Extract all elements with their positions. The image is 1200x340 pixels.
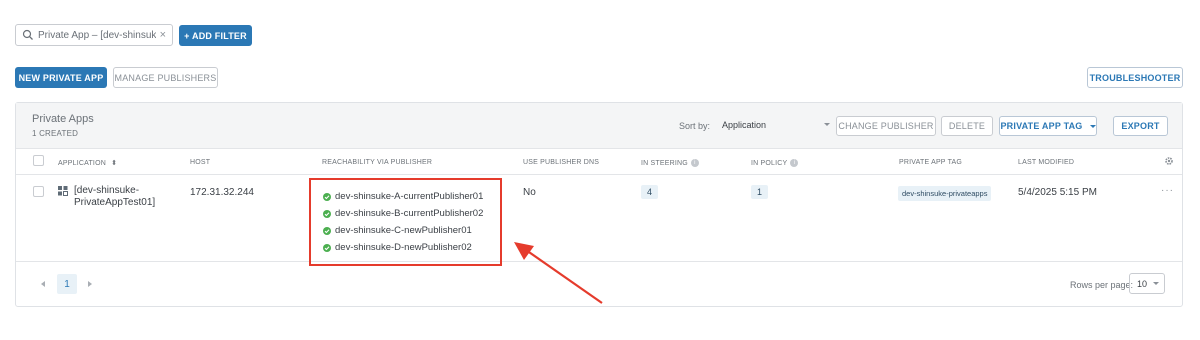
check-circle-icon — [323, 226, 331, 235]
publisher-name: dev-shinsuke-A-currentPublisher01 — [335, 191, 484, 202]
filter-chip[interactable]: Private App – [dev-shinsuke-P... × — [15, 24, 173, 46]
sort-value: Application — [722, 120, 767, 130]
sort-select[interactable]: Application — [714, 114, 834, 136]
column-use-dns: USE PUBLISHER DNS — [523, 159, 600, 166]
info-icon[interactable]: i — [790, 159, 799, 167]
column-reachability: REACHABILITY VIA PUBLISHER — [322, 159, 433, 166]
more-options-icon[interactable]: ··· — [1161, 185, 1174, 196]
column-host: HOST — [190, 159, 211, 166]
last-modified-cell: 5/4/2025 5:15 PM — [1018, 187, 1097, 198]
export-button[interactable]: EXPORT — [1113, 116, 1168, 136]
delete-button[interactable]: DELETE — [941, 116, 993, 136]
column-in-steering-label: IN STEERING — [641, 159, 688, 167]
chevron-down-icon — [1089, 124, 1096, 128]
publisher-list: dev-shinsuke-A-currentPublisher01 dev-sh… — [323, 188, 483, 256]
publisher-name: dev-shinsuke-D-newPublisher02 — [335, 242, 472, 253]
next-page-icon[interactable] — [88, 281, 92, 287]
change-publisher-button[interactable]: CHANGE PUBLISHER — [836, 116, 936, 136]
publisher-name: dev-shinsuke-C-newPublisher01 — [335, 225, 472, 236]
table-header: APPLICATION ⬍ HOST REACHABILITY VIA PUBL… — [16, 149, 1182, 175]
check-circle-icon — [323, 209, 331, 218]
prev-page-icon[interactable] — [41, 281, 45, 287]
column-application[interactable]: APPLICATION ⬍ — [58, 159, 117, 167]
info-icon[interactable]: i — [690, 159, 699, 167]
publisher-item: dev-shinsuke-D-newPublisher02 — [323, 239, 483, 256]
private-app-tag-badge[interactable]: dev-shinsuke-privateapps — [898, 186, 992, 201]
rows-per-page-value: 10 — [1137, 278, 1148, 289]
manage-publishers-button[interactable]: MANAGE PUBLISHERS — [113, 67, 218, 88]
panel-title: Private Apps — [32, 113, 94, 125]
check-circle-icon — [323, 243, 331, 252]
row-checkbox[interactable] — [33, 186, 44, 197]
column-in-steering: IN STEERING i — [641, 159, 699, 167]
column-in-policy: IN POLICY i — [751, 159, 799, 167]
rows-per-page-select[interactable]: 10 — [1129, 273, 1165, 294]
add-filter-button[interactable]: + ADD FILTER — [179, 25, 252, 46]
gear-icon[interactable] — [1164, 156, 1174, 166]
private-app-tag-label: PRIVATE APP TAG — [1000, 121, 1083, 131]
select-all-checkbox[interactable] — [33, 155, 44, 166]
column-tag: PRIVATE APP TAG — [899, 159, 963, 166]
in-steering-badge[interactable]: 4 — [641, 185, 659, 199]
filter-chip-label: Private App – [dev-shinsuke-P... — [38, 29, 156, 41]
annotation-arrow-icon — [514, 242, 603, 304]
publisher-item: dev-shinsuke-A-currentPublisher01 — [323, 188, 483, 205]
chevron-down-icon — [1153, 282, 1159, 285]
app-grid-icon — [58, 186, 68, 196]
in-policy-badge[interactable]: 1 — [751, 185, 769, 199]
column-application-label: APPLICATION — [58, 160, 106, 167]
chevron-down-icon — [824, 123, 830, 126]
use-dns-cell: No — [523, 187, 536, 198]
rows-per-page-label: Rows per page: — [1070, 280, 1134, 290]
application-name-line2: PrivateAppTest01] — [74, 197, 156, 208]
column-last-modified: LAST MODIFIED — [1018, 159, 1075, 166]
publisher-item: dev-shinsuke-C-newPublisher01 — [323, 222, 483, 239]
column-in-policy-label: IN POLICY — [751, 159, 788, 167]
host-cell: 172.31.32.244 — [190, 187, 254, 198]
application-cell[interactable]: [dev-shinsuke- PrivateAppTest01] — [58, 185, 168, 209]
panel-count: 1 CREATED — [32, 129, 79, 138]
new-private-app-button[interactable]: NEW PRIVATE APP — [15, 67, 107, 88]
application-name-line1: [dev-shinsuke- — [74, 185, 140, 196]
publisher-name: dev-shinsuke-B-currentPublisher02 — [335, 208, 484, 219]
page-number-current[interactable]: 1 — [57, 274, 77, 294]
panel-header: Private Apps 1 CREATED Sort by: Applicat… — [16, 103, 1182, 149]
clear-filter-icon[interactable]: × — [160, 29, 166, 41]
publisher-item: dev-shinsuke-B-currentPublisher02 — [323, 205, 483, 222]
sort-icon: ⬍ — [111, 160, 118, 167]
private-app-tag-button[interactable]: PRIVATE APP TAG — [999, 116, 1097, 136]
check-circle-icon — [323, 192, 331, 201]
sort-label: Sort by: — [679, 121, 711, 131]
troubleshooter-button[interactable]: TROUBLESHOOTER — [1087, 67, 1183, 88]
search-icon — [22, 29, 33, 40]
